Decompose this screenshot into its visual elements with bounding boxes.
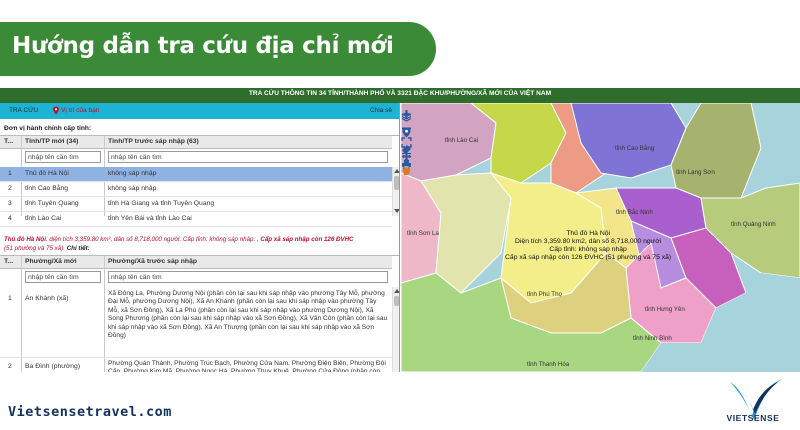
info-area: : diện tích 3,359.80 km², dân số 8,718,0… (45, 236, 259, 243)
map-label-thanh-hoa: tỉnh Thanh Hóa (527, 361, 570, 368)
map-label-cao-bang: tỉnh Cao Bằng (615, 145, 655, 152)
row-index: 4 (8, 215, 12, 222)
map-label-quang-ninh: tỉnh Quảng Ninh (731, 221, 776, 228)
filter-old-ward-input[interactable] (108, 271, 388, 283)
map-info-popup: Thủ đô Hà Nội Diện tích 3,359.80 km2, dâ… (505, 230, 671, 262)
app-header: TRA CỨU THÔNG TIN 34 TỈNH/THÀNH PHỐ VÀ 3… (0, 88, 800, 103)
info-merge: Cấp xã sáp nhập còn 126 ĐVHC (258, 236, 354, 243)
province-scrollbar[interactable] (392, 167, 399, 216)
row-new-ward: Ba Đình (phường) (25, 363, 81, 370)
row-index: 2 (8, 185, 12, 192)
ward-grid: T... Phường/Xã mới Phường/Xã trước sáp n… (0, 255, 399, 372)
table-row[interactable]: 4 tỉnh Lào Cai tỉnh Yên Bái và tỉnh Lào … (0, 212, 392, 227)
region-lang-son (670, 103, 762, 199)
province-section-label: Đơn vị hành chính cấp tỉnh: (4, 125, 92, 132)
map-label-hung-yen: tỉnh Hưng Yên (645, 306, 685, 313)
app-header-title: TRA CỨU THÔNG TIN 34 TỈNH/THÀNH PHỐ VÀ 3… (248, 90, 552, 97)
row-new-province: tỉnh Tuyên Quang (25, 200, 79, 207)
col-header-new-ward[interactable]: Phường/Xã mới (25, 258, 77, 265)
row-new-province: Thủ đô Hà Nội (25, 170, 69, 177)
map-label-phu-tho: tỉnh Phú Thọ (527, 291, 562, 298)
fullscreen-icon[interactable] (401, 137, 412, 148)
map-view[interactable]: tỉnh Lào Cai tỉnh Cao Bằng tỉnh Lạng Sơn… (401, 103, 800, 372)
lookup-app-window: TRA CỨU THÔNG TIN 34 TỈNH/THÀNH PHỐ VÀ 3… (0, 88, 800, 372)
website-url[interactable]: Vietsensetravel.com (8, 404, 172, 420)
map-label-son-la: tỉnh Sơn La (407, 230, 439, 237)
row-index: 2 (8, 363, 12, 370)
row-index: 1 (8, 170, 12, 177)
table-row[interactable]: 3 tỉnh Tuyên Quang tỉnh Hà Giang và tỉnh… (0, 197, 392, 212)
tab-lookup[interactable]: TRA CỨU (9, 107, 38, 114)
filter-new-ward-input[interactable] (25, 271, 101, 283)
row-new-ward: An Khánh (xã) (25, 295, 69, 302)
row-old-province: không sáp nhập (108, 170, 157, 177)
map-label-bac-ninh: tỉnh Bắc Ninh (616, 209, 653, 216)
title-banner: Hướng dẫn tra cứu địa chỉ mới (0, 22, 436, 76)
row-old-province: tỉnh Hà Giang và tỉnh Tuyên Quang (108, 200, 215, 207)
popup-title: Thủ đô Hà Nội (566, 230, 611, 237)
tab-my-location[interactable]: Vị trí của bạn (61, 107, 99, 114)
col-header-index[interactable]: T... (4, 138, 13, 145)
row-old-province: tỉnh Yên Bái và tỉnh Lào Cai (108, 215, 192, 222)
table-row[interactable]: 1 Thủ đô Hà Nội không sáp nhập (0, 167, 392, 182)
province-grid: T... Tỉnh/TP mới (34) Tỉnh/TP trước sáp … (0, 135, 399, 227)
row-old-province: không sáp nhập (108, 185, 157, 192)
filter-new-province-input[interactable] (25, 151, 101, 163)
map-label-lang-son: tỉnh Lạng Sơn (676, 169, 715, 176)
detail-link[interactable]: Chi tiết: (65, 245, 90, 252)
col-header-index[interactable]: T... (4, 258, 13, 265)
table-row[interactable]: 1 An Khánh (xã) Xã Đông La, Phường Dương… (0, 287, 392, 358)
scroll-thumb[interactable] (394, 176, 399, 190)
table-row[interactable]: 2 Ba Đình (phường) Phường Quán Thánh, Ph… (0, 358, 392, 372)
hand-icon[interactable] (401, 165, 412, 176)
col-header-new-province[interactable]: Tỉnh/TP mới (34) (25, 138, 78, 145)
scroll-thumb[interactable] (394, 296, 399, 306)
pan-icon[interactable] (401, 151, 412, 162)
info-detail: (51 phường và 75 xã). (4, 245, 65, 252)
popup-province-level: Cấp tỉnh: không sáp nhập (549, 246, 627, 253)
brand-name: VIETSENSE (726, 413, 780, 423)
location-pin-icon (53, 106, 59, 115)
row-old-wards: Phường Quán Thánh, Phường Trúc Bạch, Phư… (108, 360, 386, 372)
popup-area: Diện tích 3,359.80 km2, dân số 8,718,000… (515, 238, 662, 245)
col-header-old-ward[interactable]: Phường/Xã trước sáp nhập (108, 258, 197, 265)
banner-title: Hướng dẫn tra cứu địa chỉ mới (12, 33, 394, 59)
col-header-old-province[interactable]: Tỉnh/TP trước sáp nhập (63) (108, 138, 199, 145)
popup-ward-level: Cấp xã sáp nhập còn 126 ĐVHC (51 phường … (505, 254, 672, 261)
row-index: 1 (8, 295, 12, 302)
zoom-out-icon[interactable] (401, 123, 412, 134)
map-label-lao-cai: tỉnh Lào Cai (445, 137, 479, 144)
province-grid-header: T... Tỉnh/TP mới (34) Tỉnh/TP trước sáp … (0, 136, 392, 149)
zoom-in-icon[interactable] (401, 109, 412, 120)
ward-grid-header: T... Phường/Xã mới Phường/Xã trước sáp n… (0, 256, 392, 269)
lookup-panel: TRA CỨU Vị trí của bạn Chia sẻ Đơn vị hà… (0, 103, 400, 372)
panel-toolbar: TRA CỨU Vị trí của bạn Chia sẻ (0, 103, 399, 119)
row-new-province: tỉnh Lào Cai (25, 215, 62, 222)
scroll-down-icon[interactable] (394, 209, 399, 213)
selected-province-info: Thủ đô Hà Nội: diện tích 3,359.80 km², d… (4, 235, 394, 253)
screen: Hướng dẫn tra cứu địa chỉ mới TRA CỨU TH… (0, 0, 800, 430)
row-new-province: tỉnh Cao Bằng (25, 185, 69, 192)
row-index: 3 (8, 200, 12, 207)
info-province-name: Thủ đô Hà Nội (4, 236, 46, 243)
row-old-wards: Xã Đông La, Phường Dương Nội (phần còn l… (108, 290, 388, 340)
filter-old-province-input[interactable] (108, 151, 388, 163)
scroll-up-icon[interactable] (394, 289, 399, 293)
scroll-up-icon[interactable] (394, 169, 399, 173)
ward-scrollbar[interactable] (392, 287, 399, 372)
table-row[interactable]: 2 tỉnh Cao Bằng không sáp nhập (0, 182, 392, 197)
map-label-ninh-binh: tỉnh Ninh Bình (633, 335, 672, 342)
share-button[interactable]: Chia sẻ (370, 107, 392, 114)
